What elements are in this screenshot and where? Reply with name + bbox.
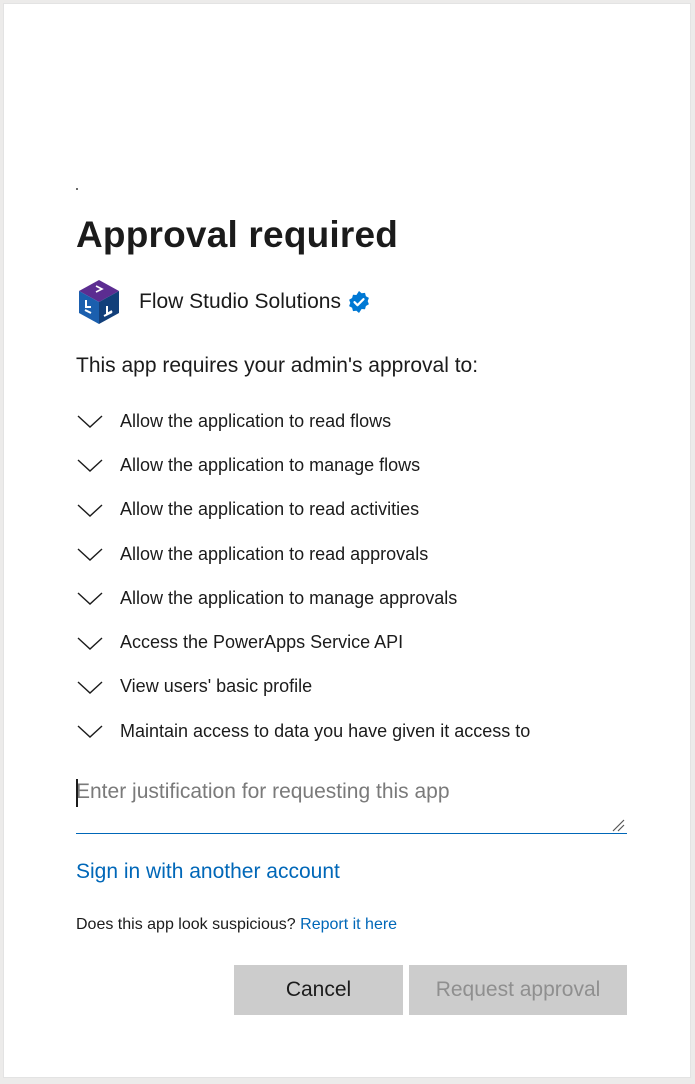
chevron-down-icon	[77, 592, 103, 606]
resize-grip-icon[interactable]	[611, 818, 625, 832]
app-identity: Flow Studio Solutions	[76, 278, 371, 326]
chevron-down-icon	[77, 637, 103, 650]
app-name: Flow Studio Solutions	[139, 290, 341, 313]
header-marker	[76, 188, 78, 190]
permission-item[interactable]: View users' basic profile	[76, 665, 636, 709]
report-link[interactable]: Report it here	[300, 916, 397, 933]
permission-item[interactable]: Allow the application to read flows	[76, 399, 636, 443]
permission-label: View users' basic profile	[120, 676, 313, 697]
chevron-down-icon	[77, 415, 103, 429]
permission-item[interactable]: Allow the application to manage approval…	[76, 576, 636, 620]
permission-label: Maintain access to data you have given i…	[120, 720, 531, 741]
permission-label: Access the PowerApps Service API	[120, 632, 404, 653]
permission-item[interactable]: Allow the application to read activities	[76, 488, 636, 532]
request-approval-button[interactable]: Request approval	[409, 965, 627, 1015]
chevron-down-icon	[77, 504, 103, 517]
permission-label: Allow the application to read flows	[120, 410, 392, 431]
cancel-button[interactable]: Cancel	[234, 965, 403, 1015]
verified-badge-icon	[349, 291, 369, 313]
approval-dialog: Approval required Flow Studio Solutions …	[3, 3, 691, 1078]
justification-input[interactable]	[76, 772, 627, 834]
permission-item[interactable]: Allow the application to read approvals	[76, 532, 636, 576]
chevron-down-icon	[77, 725, 103, 739]
permission-label: Allow the application to manage flows	[120, 454, 421, 475]
suspicious-text: Does this app look suspicious?	[76, 916, 296, 933]
permission-list: Allow the application to read flows Allo…	[76, 399, 636, 753]
permission-label: Allow the application to read activities	[120, 499, 420, 520]
sign-in-another-account-link[interactable]: Sign in with another account	[76, 860, 340, 884]
permission-label: Allow the application to read approvals	[120, 543, 429, 564]
approval-intro: This app requires your admin's approval …	[76, 354, 479, 377]
text-caret	[76, 779, 78, 807]
permission-item[interactable]: Access the PowerApps Service API	[76, 620, 636, 664]
permission-item[interactable]: Allow the application to manage flows	[76, 443, 636, 487]
suspicious-notice: Does this app look suspicious? Report it…	[76, 916, 397, 934]
permission-label: Allow the application to manage approval…	[120, 587, 458, 608]
permission-item[interactable]: Maintain access to data you have given i…	[76, 709, 636, 753]
chevron-down-icon	[77, 548, 103, 561]
dialog-title: Approval required	[76, 214, 399, 255]
chevron-down-icon	[77, 681, 103, 694]
chevron-down-icon	[77, 459, 103, 473]
app-logo-icon	[79, 280, 119, 324]
